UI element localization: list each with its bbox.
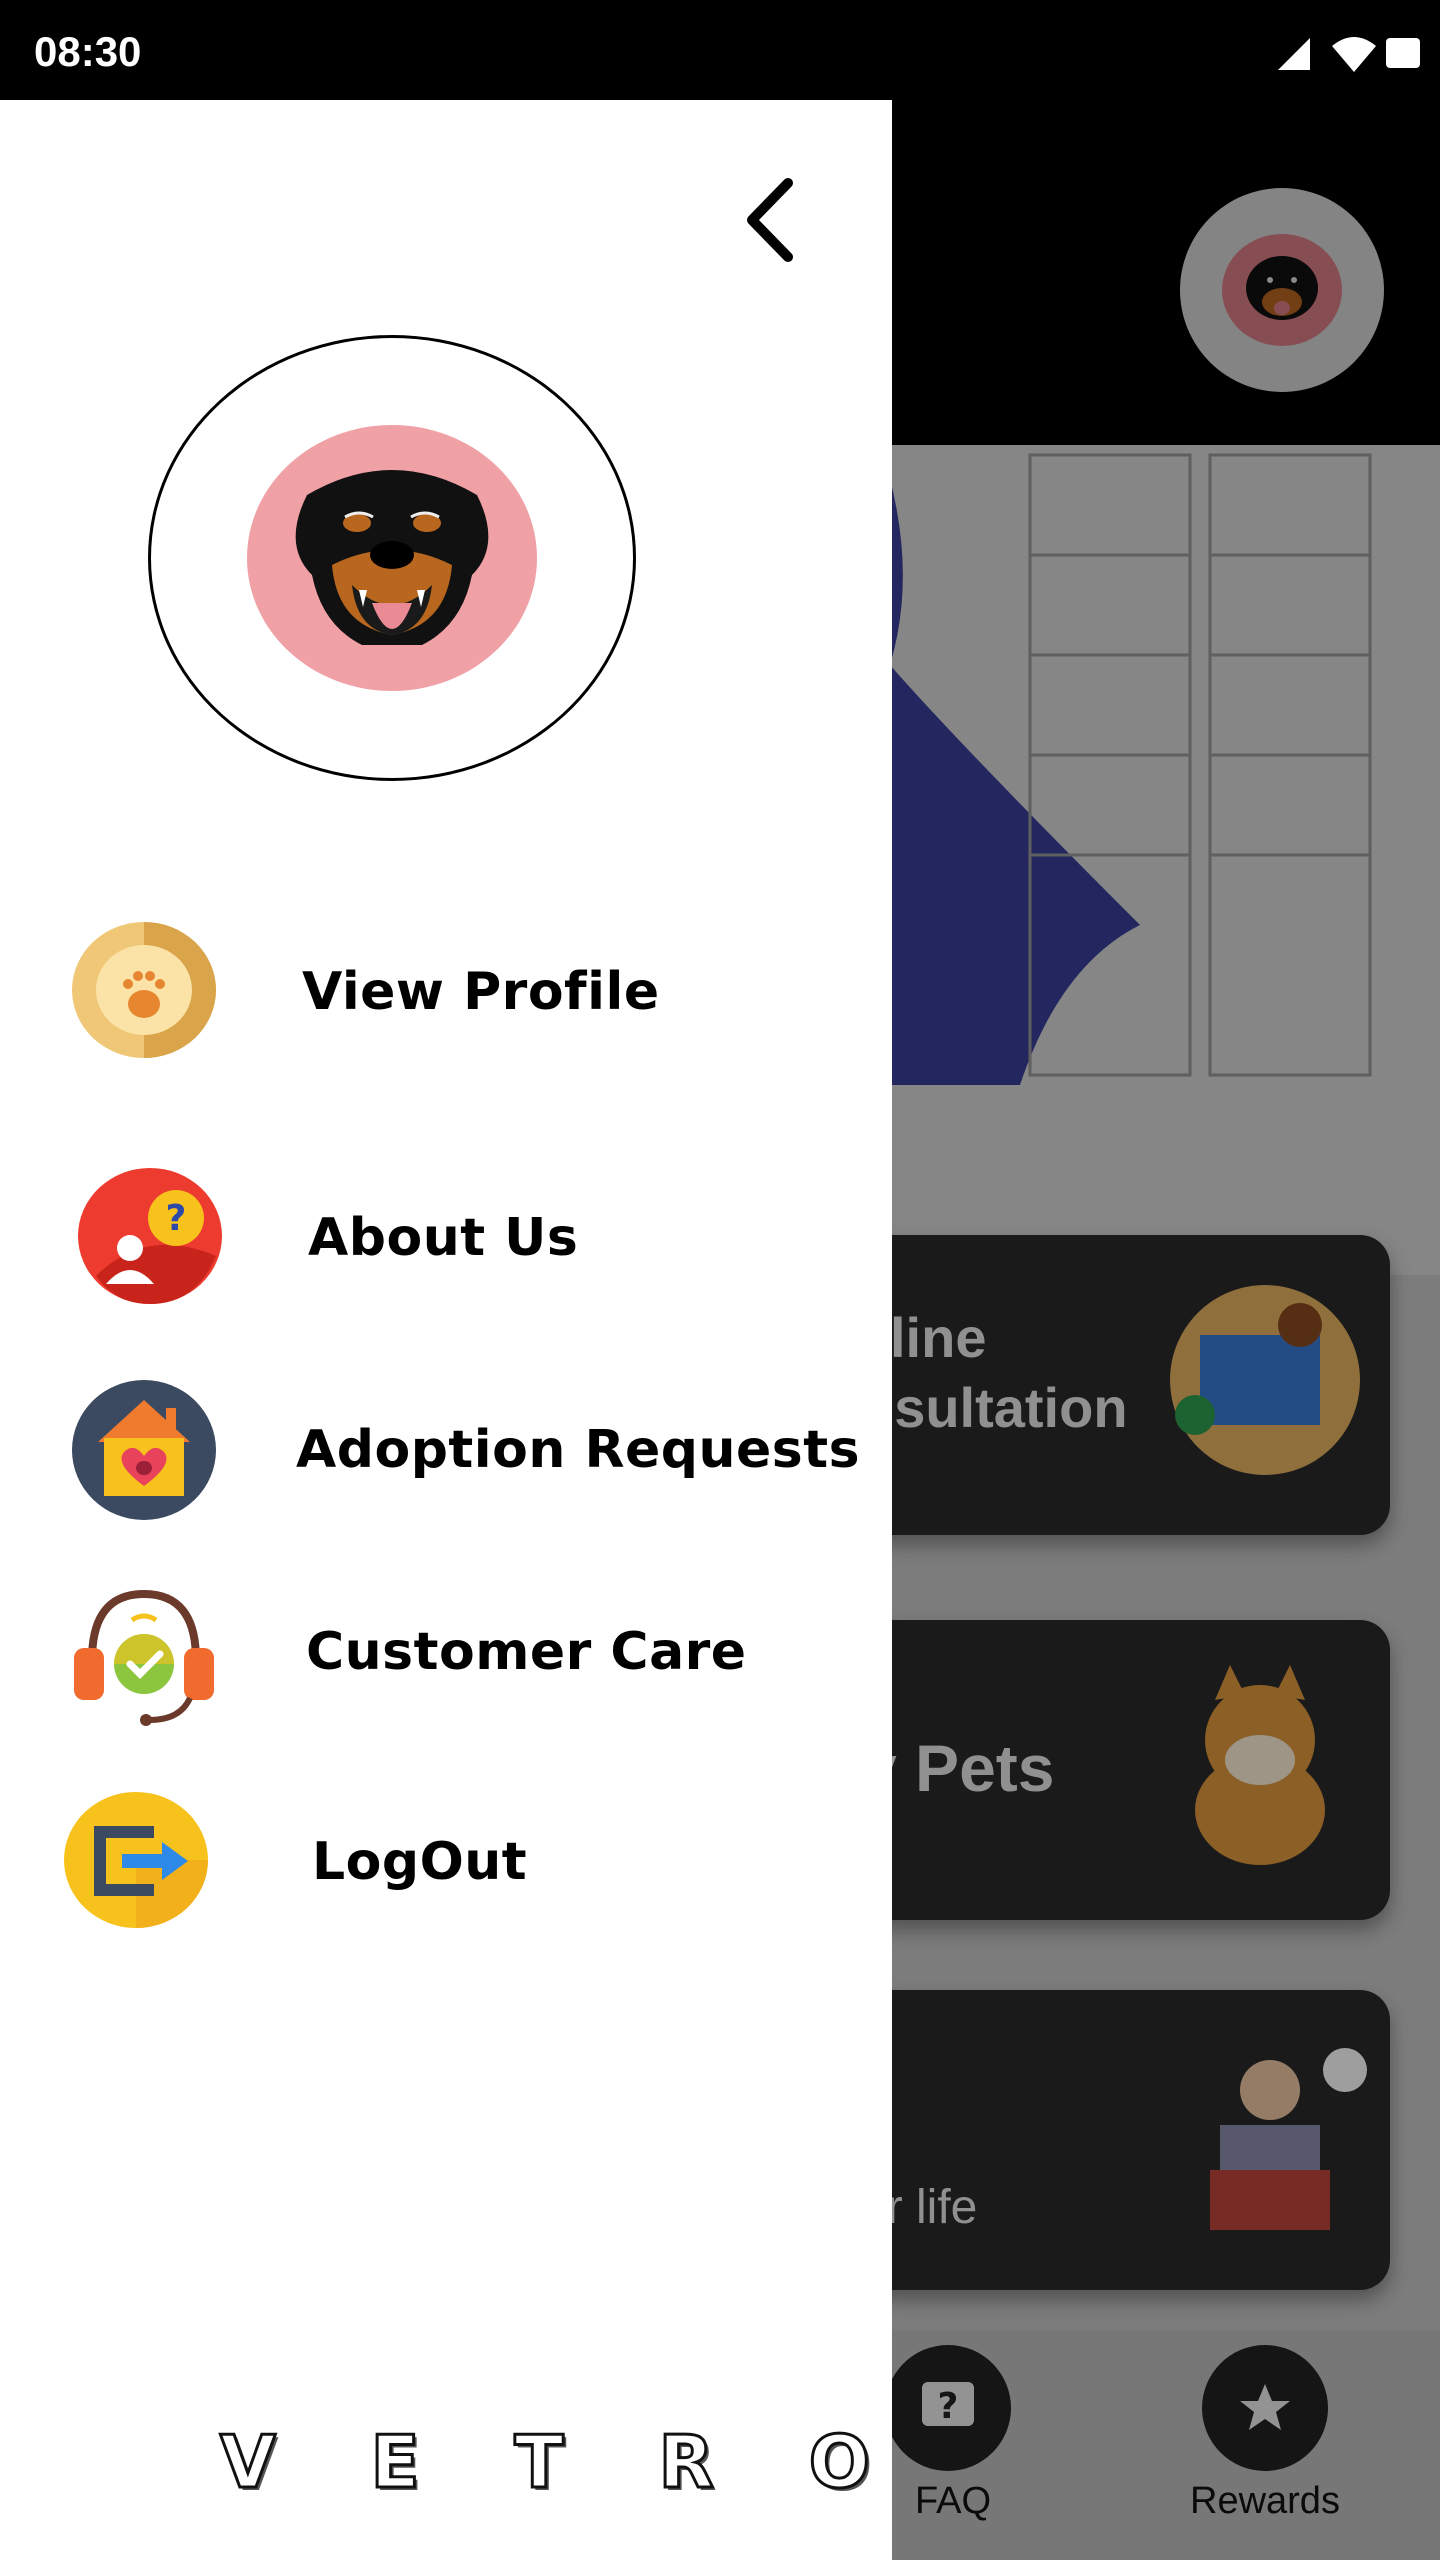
signal-icon <box>1278 38 1310 70</box>
status-icons <box>1220 30 1420 74</box>
wifi-icon <box>1332 37 1376 72</box>
menu-label-customer-care: Customer Care <box>306 1622 747 1682</box>
logout-icon <box>64 1792 208 1928</box>
close-drawer-button[interactable] <box>730 170 810 270</box>
brand-letter: O <box>807 2419 871 2506</box>
status-time: 08:30 <box>34 28 142 75</box>
menu-item-about-us[interactable]: ? About Us <box>0 1166 892 1316</box>
brand-letter: T <box>513 2419 565 2506</box>
menu-item-customer-care[interactable]: Customer Care <box>0 1580 892 1730</box>
status-bar: 08:30 <box>0 0 1440 100</box>
menu-label-about-us: About Us <box>308 1208 579 1268</box>
dog-avatar-icon <box>247 425 537 691</box>
battery-icon <box>1386 38 1420 68</box>
headset-icon <box>74 1589 214 1726</box>
menu-label-view-profile: View Profile <box>302 962 660 1022</box>
menu-item-adoption-requests[interactable]: Adoption Requests <box>0 1378 892 1528</box>
menu-item-logout[interactable]: LogOut <box>0 1790 892 1940</box>
brand-wordmark: V E T R O <box>219 2419 872 2510</box>
navigation-drawer: View Profile ? About Us Adoption Request… <box>0 100 892 2560</box>
menu-item-view-profile[interactable]: View Profile <box>0 920 892 1070</box>
svg-text:?: ? <box>166 1198 187 1239</box>
menu-label-adoption-requests: Adoption Requests <box>296 1420 861 1480</box>
chevron-left-icon <box>747 178 793 262</box>
pet-house-icon <box>72 1380 216 1520</box>
brand-letter: E <box>369 2419 421 2506</box>
profile-avatar[interactable] <box>148 335 636 781</box>
brand-letter: V <box>219 2419 278 2506</box>
brand-letter: R <box>657 2419 715 2506</box>
paw-coin-icon <box>72 922 216 1058</box>
about-us-icon: ? <box>78 1168 222 1304</box>
menu-label-logout: LogOut <box>312 1832 528 1892</box>
